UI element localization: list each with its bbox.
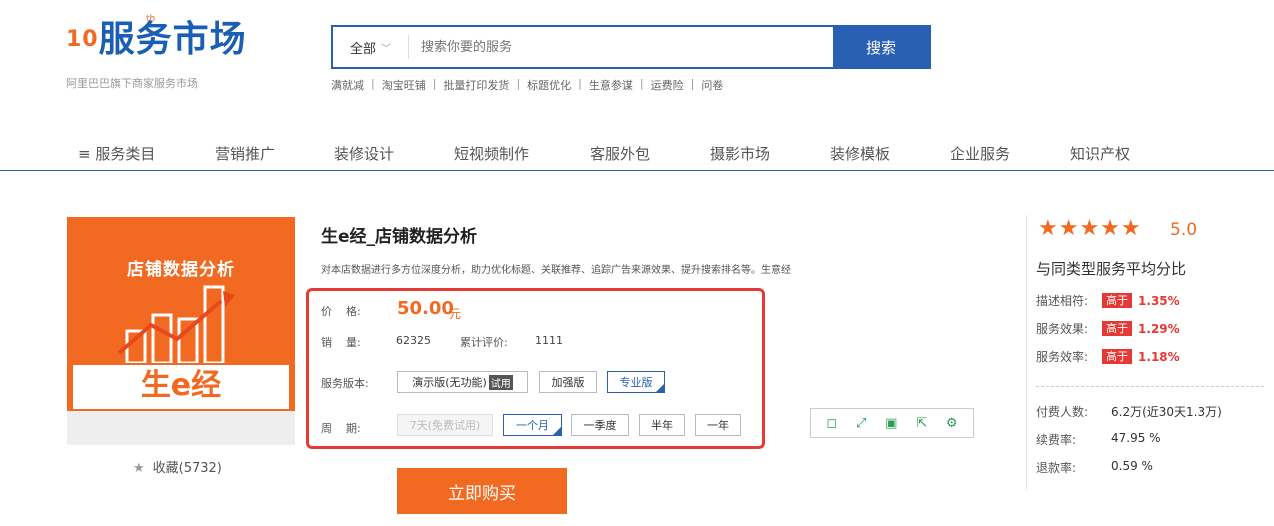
product-image: 店铺数据分析 生e经 — [67, 217, 295, 445]
version-demo[interactable]: 演示版(无功能) 试用 — [397, 371, 528, 393]
reviews-value: 1111 — [535, 334, 563, 347]
rating-row: 服务效果: 高于 1.29% — [1036, 320, 1180, 337]
hot-link[interactable]: 问卷 — [701, 77, 723, 93]
stat-label: 付费人数: — [1036, 405, 1089, 419]
hot-link[interactable]: 标题优化 — [527, 77, 571, 93]
nav-photography[interactable]: 摄影市场 — [710, 143, 770, 164]
stat-value: 0.59 % — [1111, 459, 1153, 473]
logo-superscript: th — [146, 14, 156, 24]
higher-badge: 高于 — [1102, 321, 1133, 336]
search-input[interactable] — [409, 27, 833, 67]
price-unit: 元 — [449, 307, 462, 321]
rating-stars: ★★★★★ — [1038, 216, 1142, 241]
logo-name: 服务市场 — [98, 19, 247, 60]
nav-short-video[interactable]: 短视频制作 — [454, 143, 529, 164]
star-icon: ★ — [133, 461, 145, 476]
rating-row-value: 1.29% — [1138, 321, 1180, 336]
hot-links: 满就减 | 淘宝旺铺 | 批量打印发货 | 标题优化 | 生意参谋 | 运费险 | 问卷 — [331, 77, 723, 93]
higher-badge: 高于 — [1102, 293, 1133, 308]
price-value: 50.00 — [397, 298, 454, 319]
rating-row: 服务效率: 高于 1.18% — [1036, 348, 1180, 365]
hot-link[interactable]: 满就减 — [331, 77, 364, 93]
search-button[interactable]: 搜索 — [833, 27, 929, 67]
stat-row: 退款率: 0.59 % — [1036, 459, 1153, 476]
hot-link[interactable]: 生意参谋 — [589, 77, 633, 93]
rating-row-label: 服务效率: — [1036, 350, 1089, 364]
separator: | — [432, 77, 437, 90]
favorite-button[interactable]: ★ 收藏(5732) — [133, 457, 222, 476]
nav-customer-service[interactable]: 客服外包 — [590, 143, 650, 164]
nav-divider — [0, 170, 1274, 171]
stat-label: 退款率: — [1036, 461, 1077, 475]
rating-score: 5.0 — [1170, 220, 1198, 240]
period-trial[interactable]: 7天(免费试用) — [397, 414, 493, 436]
rating-row: 描述相符: 高于 1.35% — [1036, 292, 1180, 309]
expand-icon[interactable]: ⤢ — [856, 416, 866, 431]
product-title: 生e经_店铺数据分析 — [321, 227, 478, 247]
stat-value: 6.2万(近30天1.3万) — [1111, 405, 1222, 419]
nav-enterprise[interactable]: 企业服务 — [950, 143, 1010, 164]
copy-icon[interactable]: ◻ — [826, 416, 837, 431]
rating-row-label: 描述相符: — [1036, 294, 1089, 308]
period-label: 周 期: — [321, 422, 361, 435]
search-scope-label: 全部 — [349, 41, 376, 57]
logo[interactable]: 10服务市场 — [66, 18, 247, 62]
version-demo-label: 演示版(无功能) — [412, 376, 487, 389]
stat-label: 续费率: — [1036, 433, 1077, 447]
nav-ip[interactable]: 知识产权 — [1070, 143, 1130, 164]
panel-divider — [1026, 215, 1027, 490]
trial-badge: 试用 — [488, 374, 513, 390]
image-frame — [67, 411, 295, 445]
higher-badge: 高于 — [1102, 349, 1133, 364]
buy-now-button[interactable]: 立即购买 — [397, 468, 567, 514]
rating-row-value: 1.35% — [1138, 293, 1180, 308]
version-enhanced[interactable]: 加强版 — [539, 371, 597, 393]
toolbar: ◻ ⤢ ▣ ⇱ ⚙ — [810, 408, 974, 438]
stat-row: 续费率: 47.95 % — [1036, 431, 1161, 448]
price-label: 价 格: — [321, 305, 361, 318]
bar-chart-icon — [117, 285, 235, 363]
nav-service-categories[interactable]: ≡ 服务类目 — [78, 143, 155, 164]
rating-row-label: 服务效果: — [1036, 322, 1089, 336]
compare-title: 与同类型服务平均分比 — [1036, 260, 1187, 278]
separator: | — [639, 77, 644, 90]
logo-anniversary: 10 — [66, 27, 99, 52]
hot-link[interactable]: 淘宝旺铺 — [382, 77, 426, 93]
version-pro[interactable]: 专业版 — [607, 371, 665, 393]
period-half-year[interactable]: 半年 — [639, 414, 685, 436]
settings-icon[interactable]: ⚙ — [946, 416, 958, 431]
hot-link[interactable]: 运费险 — [651, 77, 684, 93]
share-icon[interactable]: ⇱ — [916, 416, 927, 431]
search-bar: 全部 ﹀ 搜索 — [331, 25, 931, 69]
search-scope-select[interactable]: 全部 ﹀ — [333, 35, 409, 59]
separator: | — [516, 77, 521, 90]
stat-row: 付费人数: 6.2万(近30天1.3万) — [1036, 403, 1222, 420]
period-quarter[interactable]: 一季度 — [571, 414, 629, 436]
separator: | — [578, 77, 582, 90]
save-icon[interactable]: ▣ — [885, 416, 897, 431]
separator: | — [690, 77, 695, 90]
stat-value: 47.95 % — [1111, 431, 1161, 445]
rating-row-value: 1.18% — [1138, 349, 1180, 364]
product-image-brand: 生e经 — [71, 363, 291, 411]
product-description: 对本店数据进行多方位深度分析，助力优化标题、关联推荐、追踪广告来源效果、提升搜索… — [321, 265, 791, 276]
logo-subtitle: 阿里巴巴旗下商家服务市场 — [66, 77, 198, 90]
nav-marketing[interactable]: 营销推广 — [215, 143, 275, 164]
period-year[interactable]: 一年 — [695, 414, 741, 436]
nav-decoration-design[interactable]: 装修设计 — [334, 143, 394, 164]
reviews-label: 累计评价: — [460, 336, 508, 349]
hot-link[interactable]: 批量打印发货 — [443, 77, 509, 93]
sales-label: 销 量: — [321, 336, 361, 349]
favorite-label: 收藏(5732) — [152, 461, 222, 476]
nav-templates[interactable]: 装修模板 — [830, 143, 890, 164]
stats-divider — [1036, 386, 1264, 387]
period-month[interactable]: 一个月 — [503, 414, 562, 436]
separator: | — [371, 77, 375, 90]
chevron-down-icon: ﹀ — [381, 43, 391, 55]
sales-value: 62325 — [396, 334, 431, 347]
version-label: 服务版本: — [321, 377, 369, 390]
